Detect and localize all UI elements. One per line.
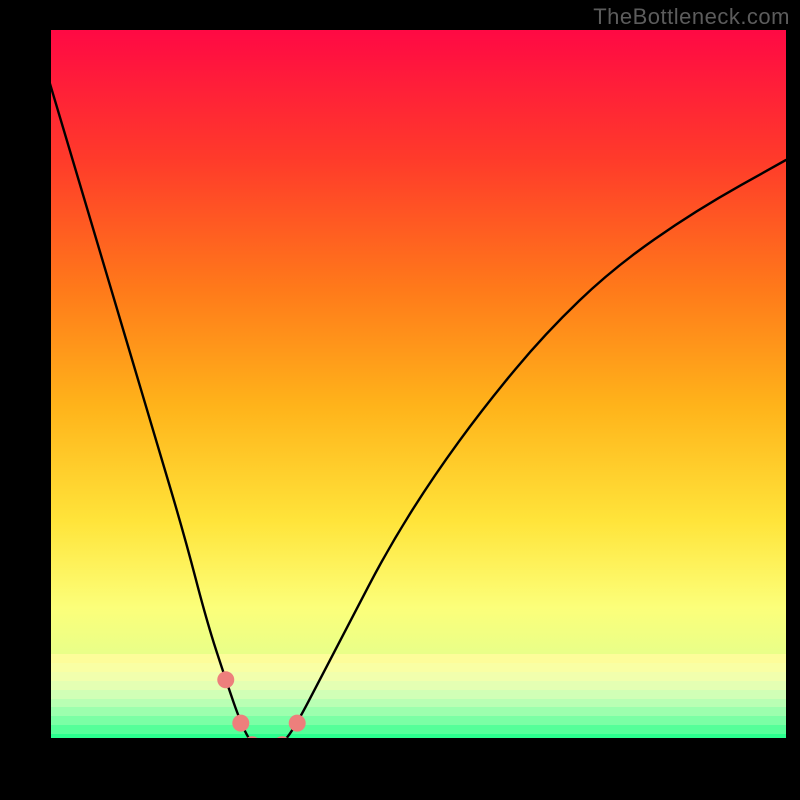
plot-area bbox=[34, 30, 786, 752]
curve-layer bbox=[34, 30, 786, 752]
marker-dot bbox=[217, 671, 234, 688]
marker-dot bbox=[289, 715, 306, 732]
marker-dot bbox=[232, 715, 249, 732]
bottleneck-curve bbox=[34, 30, 786, 750]
watermark-label: TheBottleneck.com bbox=[593, 4, 790, 30]
curve-markers bbox=[217, 671, 305, 752]
chart-frame: TheBottleneck.com bbox=[0, 0, 800, 800]
marker-dot bbox=[274, 736, 291, 752]
